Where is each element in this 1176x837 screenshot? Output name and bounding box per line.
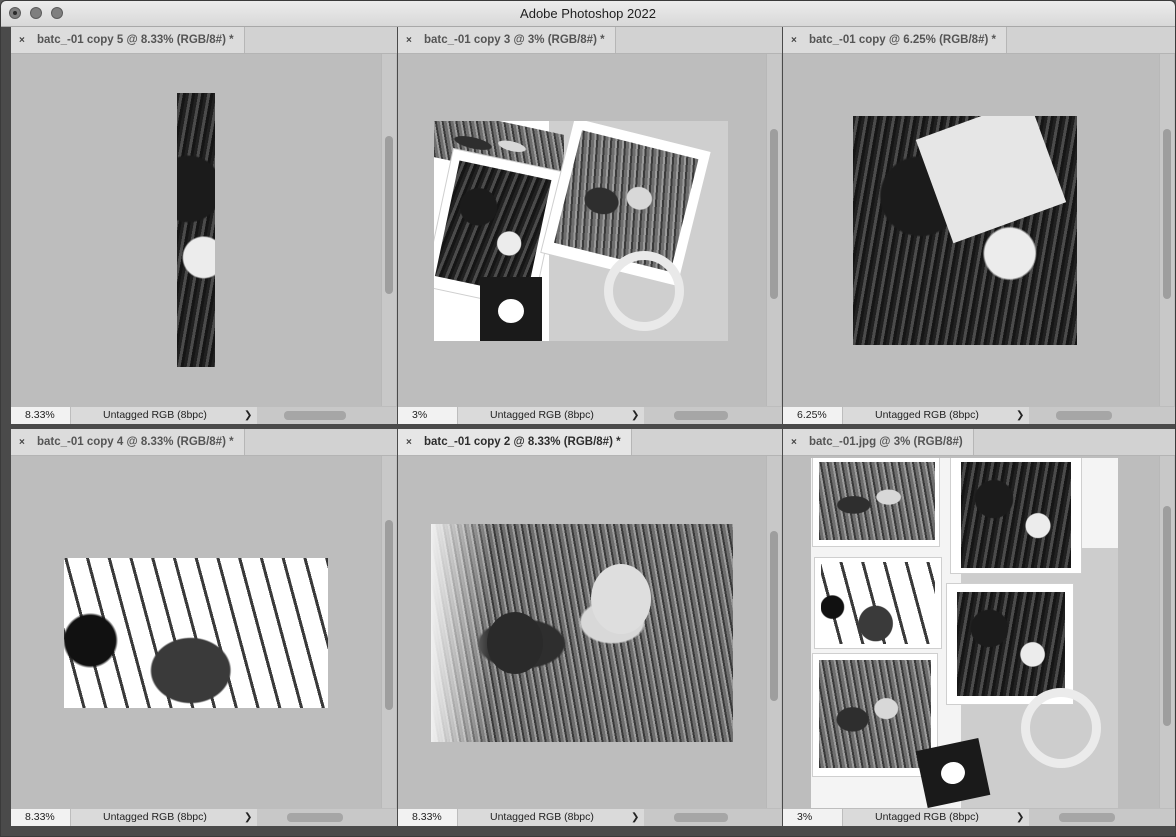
tab-bar: × batc_-01 copy 4 @ 8.33% (RGB/8#) * [11, 429, 397, 456]
app-title: Adobe Photoshop 2022 [520, 6, 656, 21]
chevron-right-icon[interactable]: ❯ [631, 809, 639, 826]
image-thumbnail [431, 524, 733, 742]
image-thumbnail [434, 121, 728, 341]
scroll-thumb[interactable] [287, 813, 343, 822]
status-bar: 8.33% Untagged RGB (8bpc) ❯ [11, 406, 397, 424]
vertical-scrollbar[interactable] [1159, 456, 1174, 809]
close-icon[interactable]: × [406, 28, 416, 54]
document-tab-6[interactable]: × batc_-01.jpg @ 3% (RGB/8#) [783, 429, 974, 455]
tab-bar: × batc_-01 copy @ 6.25% (RGB/8#) * [783, 27, 1175, 54]
document-window-5[interactable]: × batc_-01 copy 2 @ 8.33% (RGB/8#) * 8.33… [398, 429, 782, 826]
document-tab-label: batc_-01 copy 3 @ 3% (RGB/8#) * [424, 34, 605, 46]
document-tab-5[interactable]: × batc_-01 copy 2 @ 8.33% (RGB/8#) * [398, 429, 632, 455]
scroll-thumb[interactable] [1163, 129, 1171, 299]
document-tab-4[interactable]: × batc_-01 copy 4 @ 8.33% (RGB/8#) * [11, 429, 245, 455]
canvas-area[interactable] [11, 54, 381, 407]
horizontal-scrollbar[interactable] [644, 809, 782, 826]
vertical-scrollbar[interactable] [766, 456, 781, 809]
vertical-scrollbar[interactable] [1159, 54, 1174, 407]
status-bar: 3% Untagged RGB (8bpc) ❯ [783, 808, 1175, 826]
tab-bar: × batc_-01.jpg @ 3% (RGB/8#) [783, 429, 1175, 456]
document-tab-2[interactable]: × batc_-01 copy 3 @ 3% (RGB/8#) * [398, 27, 616, 53]
close-icon[interactable]: × [19, 28, 29, 54]
color-profile: Untagged RGB (8bpc) [490, 811, 594, 823]
scroll-thumb[interactable] [1163, 506, 1171, 726]
zoom-level[interactable]: 8.33% [398, 809, 458, 826]
tab-bar: × batc_-01 copy 3 @ 3% (RGB/8#) * [398, 27, 782, 54]
color-profile: Untagged RGB (8bpc) [875, 409, 979, 421]
scroll-thumb[interactable] [1059, 813, 1115, 822]
image-thumbnail [811, 458, 1118, 809]
chevron-right-icon[interactable]: ❯ [631, 407, 639, 424]
horizontal-scrollbar[interactable] [257, 809, 397, 826]
color-profile: Untagged RGB (8bpc) [103, 409, 207, 421]
tab-bar: × batc_-01 copy 2 @ 8.33% (RGB/8#) * [398, 429, 782, 456]
document-tab-label: batc_-01 copy 5 @ 8.33% (RGB/8#) * [37, 34, 234, 46]
document-tab-label: batc_-01 copy @ 6.25% (RGB/8#) * [809, 34, 996, 46]
scroll-thumb[interactable] [385, 136, 393, 294]
document-window-6[interactable]: × batc_-01.jpg @ 3% (RGB/8#) 3% Untagged … [783, 429, 1175, 826]
image-thumbnail [177, 93, 215, 367]
close-icon[interactable]: × [791, 28, 801, 54]
status-bar: 3% Untagged RGB (8bpc) ❯ [398, 406, 782, 424]
close-icon[interactable]: × [19, 430, 29, 456]
color-profile: Untagged RGB (8bpc) [103, 811, 207, 823]
color-profile: Untagged RGB (8bpc) [490, 409, 594, 421]
vertical-scrollbar[interactable] [381, 456, 396, 809]
vertical-scrollbar[interactable] [766, 54, 781, 407]
chevron-right-icon[interactable]: ❯ [244, 809, 252, 826]
horizontal-scrollbar[interactable] [257, 407, 397, 424]
chevron-right-icon[interactable]: ❯ [1016, 809, 1024, 826]
scroll-thumb[interactable] [674, 813, 728, 822]
scroll-thumb[interactable] [385, 520, 393, 710]
document-tab-1[interactable]: × batc_-01 copy 5 @ 8.33% (RGB/8#) * [11, 27, 245, 53]
scroll-thumb[interactable] [674, 411, 728, 420]
horizontal-scrollbar[interactable] [1029, 809, 1175, 826]
document-window-2[interactable]: × batc_-01 copy 3 @ 3% (RGB/8#) * 3% Unta… [398, 27, 782, 424]
zoom-level[interactable]: 3% [783, 809, 843, 826]
document-tab-label: batc_-01 copy 2 @ 8.33% (RGB/8#) * [424, 436, 621, 448]
document-window-1[interactable]: × batc_-01 copy 5 @ 8.33% (RGB/8#) * 8.33… [11, 27, 397, 424]
color-profile: Untagged RGB (8bpc) [875, 811, 979, 823]
image-thumbnail [853, 116, 1077, 345]
canvas-area[interactable] [783, 54, 1159, 407]
tab-bar: × batc_-01 copy 5 @ 8.33% (RGB/8#) * [11, 27, 397, 54]
document-tab-label: batc_-01 copy 4 @ 8.33% (RGB/8#) * [37, 436, 234, 448]
scroll-thumb[interactable] [284, 411, 346, 420]
scroll-thumb[interactable] [770, 129, 778, 299]
zoom-level[interactable]: 6.25% [783, 407, 843, 424]
scroll-thumb[interactable] [1056, 411, 1112, 420]
title-bar: Adobe Photoshop 2022 [1, 1, 1175, 27]
document-window-3[interactable]: × batc_-01 copy @ 6.25% (RGB/8#) * 6.25% … [783, 27, 1175, 424]
document-tab-3[interactable]: × batc_-01 copy @ 6.25% (RGB/8#) * [783, 27, 1007, 53]
canvas-area[interactable] [783, 456, 1159, 809]
image-thumbnail [64, 558, 328, 708]
chevron-right-icon[interactable]: ❯ [1016, 407, 1024, 424]
document-tab-label: batc_-01.jpg @ 3% (RGB/8#) [809, 436, 963, 448]
status-bar: 8.33% Untagged RGB (8bpc) ❯ [11, 808, 397, 826]
horizontal-scrollbar[interactable] [1029, 407, 1175, 424]
chevron-right-icon[interactable]: ❯ [244, 407, 252, 424]
photoshop-window: Adobe Photoshop 2022 × batc_-01 copy 5 @ … [0, 0, 1176, 837]
zoom-level[interactable]: 3% [398, 407, 458, 424]
vertical-scrollbar[interactable] [381, 54, 396, 407]
status-bar: 6.25% Untagged RGB (8bpc) ❯ [783, 406, 1175, 424]
close-icon[interactable]: × [406, 430, 416, 456]
canvas-area[interactable] [398, 54, 766, 407]
zoom-level[interactable]: 8.33% [11, 809, 71, 826]
close-icon[interactable]: × [791, 430, 801, 456]
status-bar: 8.33% Untagged RGB (8bpc) ❯ [398, 808, 782, 826]
zoom-level[interactable]: 8.33% [11, 407, 71, 424]
horizontal-scrollbar[interactable] [644, 407, 782, 424]
document-window-4[interactable]: × batc_-01 copy 4 @ 8.33% (RGB/8#) * 8.33… [11, 429, 397, 826]
canvas-area[interactable] [398, 456, 766, 809]
scroll-thumb[interactable] [770, 531, 778, 701]
canvas-area[interactable] [11, 456, 381, 809]
